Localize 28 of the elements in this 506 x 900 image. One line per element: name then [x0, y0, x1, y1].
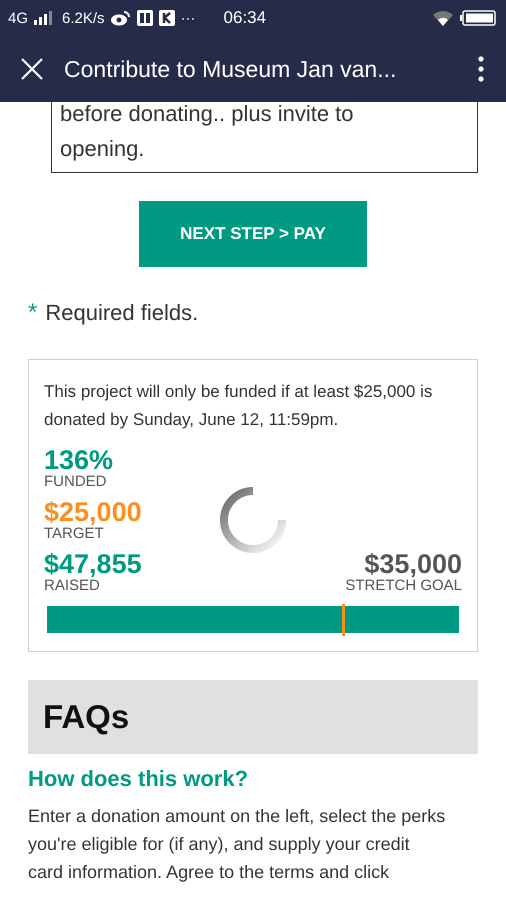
faq-question: How does this work? — [28, 766, 250, 792]
window-title: Contribute to Museum Jan van... — [64, 56, 398, 82]
faq-answer: Enter a donation amount on the left, select the perks you're eligible for (if any), and supply your credit card information. Agree to the terms and click — [28, 805, 446, 884]
stat-label: RAISED — [44, 578, 100, 594]
menu-icon[interactable] — [478, 56, 484, 82]
loading-spinner-icon — [219, 486, 287, 554]
stat-label: FUNDED — [44, 474, 108, 490]
more-notifications: ··· — [180, 10, 196, 26]
clock: 06:34 — [224, 8, 266, 28]
battery-icon — [460, 10, 496, 26]
faq-heading: FAQs — [43, 698, 130, 736]
app-icon — [158, 10, 175, 26]
network-speed: 6.2K/s — [62, 10, 105, 26]
wifi-icon — [432, 10, 454, 26]
stat-value: 136% — [44, 446, 114, 474]
network-type: 4G — [8, 10, 28, 26]
message-field[interactable]: before donating.. plus invite to opening. — [51, 96, 478, 173]
app-icon — [136, 10, 153, 26]
close-icon[interactable] — [20, 57, 44, 81]
stat-value: $25,000 — [44, 498, 142, 526]
stretch-goal-value: $35,000 — [364, 550, 462, 578]
stretch-goal-label: STRETCH GOAL — [345, 578, 462, 594]
next-step-button[interactable]: NEXT STEP > PAY — [139, 201, 367, 267]
funding-notice: This project will only be funded if at least $25,000 is donated by Sunday, June 12, 11:59pm. — [44, 381, 434, 431]
stat-label: TARGET — [44, 526, 104, 542]
required-mark: * — [28, 299, 38, 327]
required-note: Required fields. — [45, 300, 198, 326]
stat-value: $47,855 — [44, 550, 142, 578]
